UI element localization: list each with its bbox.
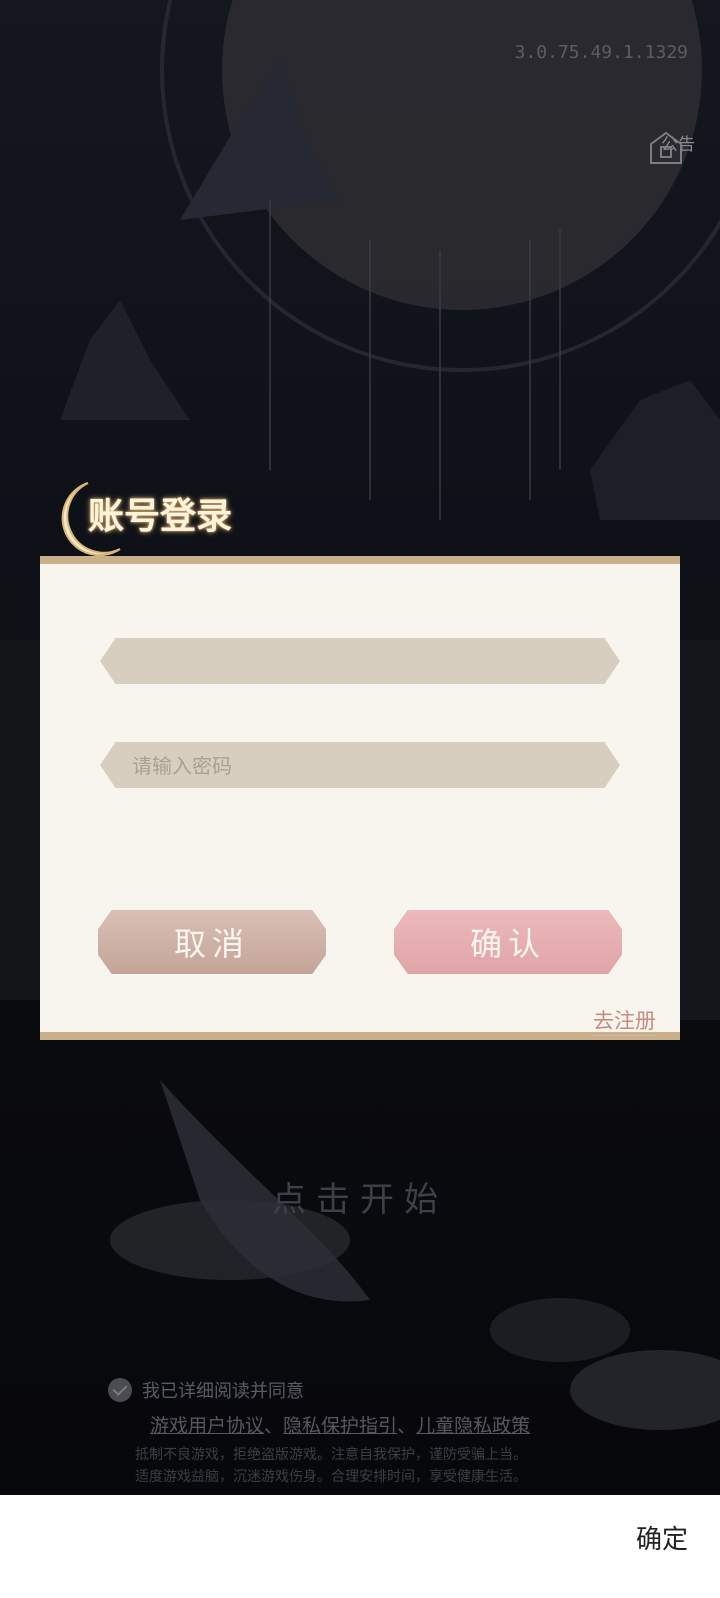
ok-button[interactable]: 确定 bbox=[636, 1519, 688, 1556]
dialog-header: 账号登录 bbox=[48, 479, 278, 561]
account-input[interactable] bbox=[130, 638, 594, 684]
cancel-button[interactable]: 取消 bbox=[98, 910, 326, 974]
user-agreement-link[interactable]: 游戏用户协议 bbox=[150, 1415, 264, 1437]
agreement-row[interactable]: 我已详细阅读并同意 bbox=[108, 1377, 304, 1403]
tap-to-start[interactable]: 点击开始 bbox=[0, 1172, 720, 1221]
bottom-bar: 确定 bbox=[0, 1495, 720, 1598]
register-link[interactable]: 去注册 bbox=[593, 1005, 656, 1036]
password-field[interactable] bbox=[100, 742, 620, 788]
confirm-button[interactable]: 确认 bbox=[394, 910, 622, 974]
version-label: 3.0.75.49.1.1329 bbox=[514, 42, 688, 63]
dialog-title: 账号登录 bbox=[88, 495, 233, 537]
notice-button[interactable]: 公告 bbox=[648, 130, 708, 164]
agreement-links: 游戏用户协议、隐私保护指引、儿童隐私政策 bbox=[150, 1415, 531, 1437]
notice-icon bbox=[650, 131, 682, 164]
login-dialog: 取消 确认 去注册 bbox=[40, 556, 680, 1040]
health-notice-line: 适度游戏益脑，沉迷游戏伤身。合理安排时间，享受健康生活。 bbox=[135, 1469, 527, 1485]
health-notice-line: 抵制不良游戏，拒绝盗版游戏。注意自我保护，谨防受骗上当。 bbox=[135, 1447, 527, 1463]
privacy-guide-link[interactable]: 隐私保护指引 bbox=[283, 1415, 397, 1437]
account-field[interactable] bbox=[100, 638, 620, 684]
password-input[interactable] bbox=[130, 742, 594, 788]
child-privacy-link[interactable]: 儿童隐私政策 bbox=[416, 1415, 530, 1437]
agreement-checkbox[interactable] bbox=[108, 1378, 132, 1402]
agreement-text: 我已详细阅读并同意 bbox=[142, 1381, 304, 1402]
